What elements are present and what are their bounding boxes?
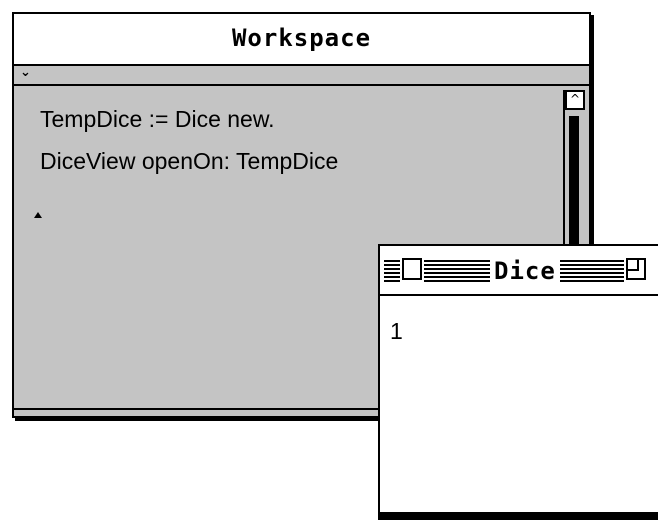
zoom-box-icon[interactable] <box>626 258 646 280</box>
dice-title: Dice <box>490 257 560 285</box>
text-cursor-icon <box>34 212 42 218</box>
code-line: TempDice := Dice new. <box>40 106 275 132</box>
dice-title-bar[interactable]: Dice <box>380 246 658 296</box>
scroll-up-arrow-icon[interactable]: ^ <box>565 90 585 110</box>
workspace-title-bar[interactable]: Workspace <box>14 14 589 66</box>
dice-bottom-border <box>380 512 658 518</box>
dice-value: 1 <box>390 318 403 344</box>
desktop: Workspace ⌄ TempDice := Dice new. DiceVie… <box>0 0 658 522</box>
dice-content[interactable]: 1 <box>380 296 658 516</box>
title-stripes <box>384 260 400 282</box>
workspace-code: TempDice := Dice new. DiceView openOn: Te… <box>40 98 338 182</box>
workspace-menu-bar: ⌄ <box>14 66 589 86</box>
zoom-box-inner <box>628 260 639 271</box>
chevron-down-icon[interactable]: ⌄ <box>20 66 31 80</box>
code-line: DiceView openOn: TempDice <box>40 148 339 174</box>
workspace-title: Workspace <box>231 24 372 52</box>
dice-window: Dice 1 <box>378 244 658 520</box>
close-box-icon[interactable] <box>402 258 422 280</box>
